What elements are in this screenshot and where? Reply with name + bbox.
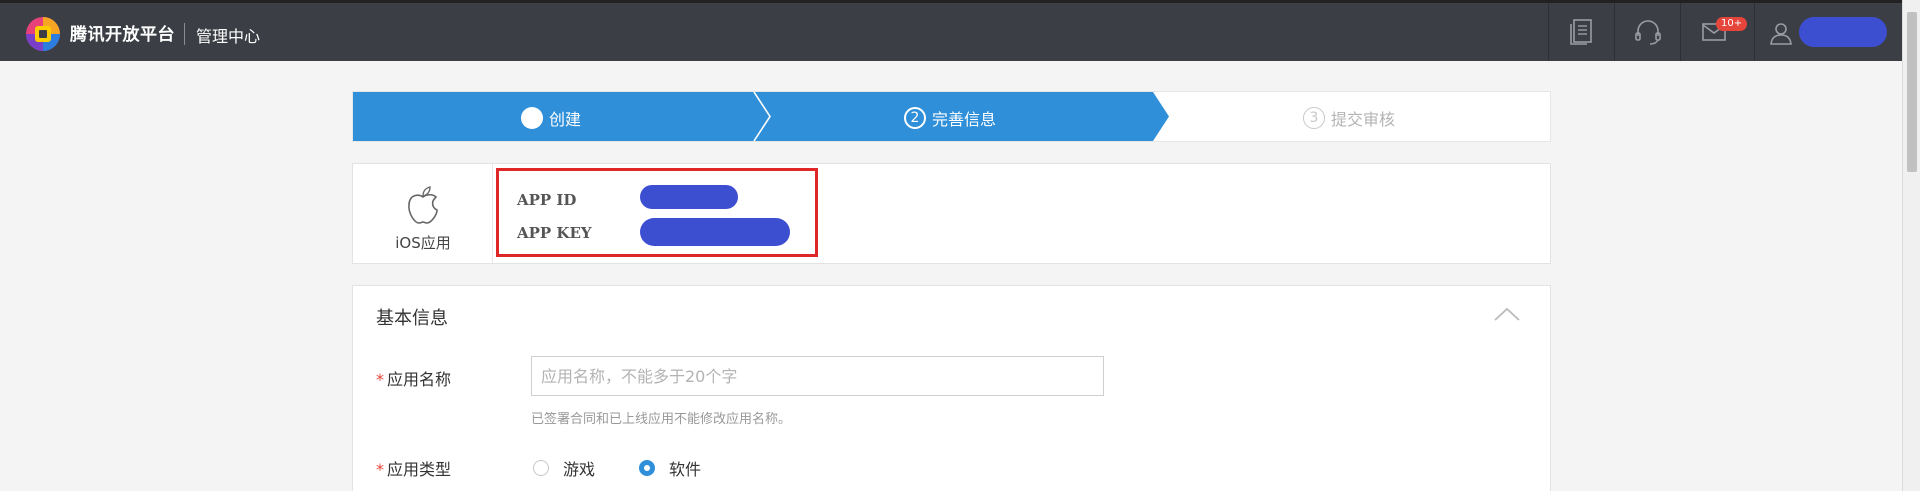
radio-checked-icon xyxy=(639,460,655,476)
management-center-link[interactable]: 管理中心 xyxy=(196,23,260,47)
app-type-field-label: * 应用类型 xyxy=(376,456,451,480)
top-navigation-bar: 腾讯开放平台 管理中心 10+ xyxy=(0,0,1902,61)
type-option-software-label: 软件 xyxy=(669,460,702,479)
chevron-up-icon[interactable] xyxy=(1493,306,1521,322)
page-scrollbar[interactable] xyxy=(1902,0,1920,491)
support-button[interactable] xyxy=(1614,3,1680,61)
app-id-label: APP ID xyxy=(517,191,577,209)
app-name-label-text: 应用名称 xyxy=(387,370,452,389)
scrollbar-thumb[interactable] xyxy=(1907,12,1917,172)
app-credentials-highlight: APP ID APP KEY xyxy=(496,168,818,257)
step-number-2: 2 xyxy=(904,106,926,129)
section-title: 基本信息 xyxy=(376,308,448,329)
app-name-hint: 已签署合同和已上线应用不能修改应用名称。 xyxy=(531,412,792,427)
required-mark: * xyxy=(376,370,384,389)
app-platform-cell: iOS应用 xyxy=(353,164,493,263)
app-name-field-label: * 应用名称 xyxy=(376,366,451,390)
radio-unchecked-icon xyxy=(533,460,549,476)
redacted-app-key xyxy=(640,218,790,246)
basic-info-panel: 基本信息 *应用名称 已签署合同和已上线应用不能修改应用名称。 *应用类型 游戏… xyxy=(352,285,1551,491)
app-key-label: APP KEY xyxy=(517,224,592,242)
step-submit-review[interactable]: 3 提交审核 xyxy=(1303,92,1395,143)
messages-button[interactable]: 10+ xyxy=(1680,3,1748,61)
type-option-game[interactable]: 游戏 xyxy=(533,456,595,480)
docs-icon xyxy=(1569,19,1592,45)
redacted-username xyxy=(1799,17,1887,47)
step-complete-info[interactable]: 2 完善信息 xyxy=(904,92,996,143)
required-mark: * xyxy=(376,460,384,479)
step-submit-review-label: 提交审核 xyxy=(1331,109,1396,129)
docs-button[interactable] xyxy=(1548,3,1614,61)
brand-divider xyxy=(184,23,185,45)
mail-badge: 10+ xyxy=(1716,17,1748,31)
app-type-label: iOS应用 xyxy=(395,234,451,252)
step-number-3: 3 xyxy=(1303,106,1325,129)
progress-steps: 创建 2 完善信息 3 提交审核 xyxy=(352,91,1551,142)
user-icon xyxy=(1770,23,1792,45)
user-account-button[interactable] xyxy=(1754,3,1902,61)
step-create-label: 创建 xyxy=(549,109,582,129)
step-complete-info-label: 完善信息 xyxy=(932,109,997,129)
app-summary-panel: iOS应用 APP ID APP KEY xyxy=(352,163,1551,264)
type-option-game-label: 游戏 xyxy=(563,460,596,479)
tencent-open-platform-logo-icon[interactable] xyxy=(24,15,62,53)
step-done-check-icon xyxy=(521,93,543,129)
app-name-input[interactable] xyxy=(531,356,1104,396)
support-headset-icon xyxy=(1634,20,1661,45)
redacted-app-id xyxy=(640,185,738,209)
app-type-label-text: 应用类型 xyxy=(387,460,452,479)
brand-title[interactable]: 腾讯开放平台 xyxy=(70,20,175,45)
type-option-software[interactable]: 软件 xyxy=(639,456,701,480)
step-create[interactable]: 创建 xyxy=(521,92,581,143)
apple-icon xyxy=(408,186,438,224)
